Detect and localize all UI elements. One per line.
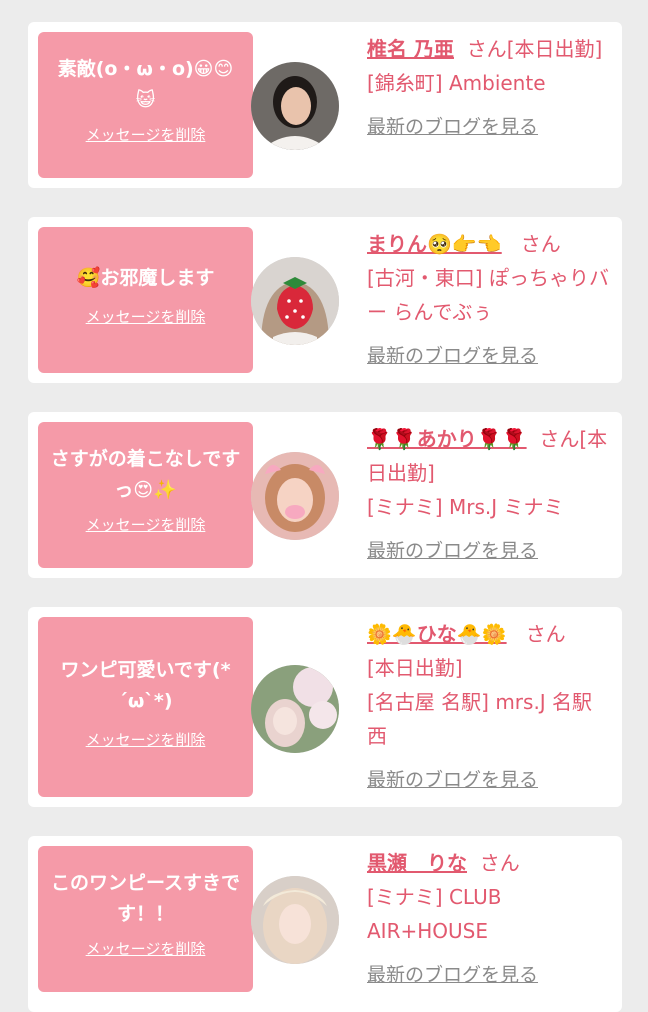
cast-name-link[interactable]: 黒瀬 りな — [367, 851, 467, 875]
delete-message-button[interactable]: メッセージを削除 — [86, 514, 206, 535]
delete-message-button[interactable]: メッセージを削除 — [86, 729, 206, 750]
cast-info: まりん🥺👉👈 さん [古河・東口] ぽっちゃりバー らんでぶぅ 最新のブログを見… — [367, 227, 612, 373]
message-bubble: このワンピースすきです！！ メッセージを削除 — [38, 846, 264, 992]
honorific: さん — [466, 37, 507, 61]
cast-name-link[interactable]: まりん🥺👉👈 — [367, 232, 502, 256]
cast-name-link[interactable]: 🌼🐣ひな🐣🌼 — [367, 622, 507, 646]
message-text: さすがの着こなしですっ😍✨ — [50, 448, 241, 501]
latest-blog-link[interactable]: 最新のブログを見る — [367, 339, 612, 373]
message-bubble: ワンピ可愛いです(*´ω`*) メッセージを削除 — [38, 617, 264, 797]
cast-info: 🌹🌹あかり🌹🌹 さん[本日出勤] [ミナミ] Mrs.J ミナミ 最新のブログを… — [367, 422, 612, 568]
message-card: 🥰お邪魔します メッセージを削除 まりん🥺👉👈 さん [古河・東口] ぽっちゃり… — [28, 217, 622, 383]
message-card: 素敵(o・ω・o)😀😊😺 メッセージを削除 椎名 乃亜 さん[本日出勤] [錦糸… — [28, 22, 622, 188]
shop-name: [ミナミ] CLUB AIR+HOUSE — [367, 885, 502, 943]
delete-message-button[interactable]: メッセージを削除 — [86, 938, 206, 959]
shop-name: [名古屋 名駅] mrs.J 名駅西 — [367, 690, 593, 748]
message-card: このワンピースすきです！！ メッセージを削除 黒瀬 りな さん [ミナミ] CL… — [28, 836, 622, 1012]
message-bubble: さすがの着こなしですっ😍✨ メッセージを削除 — [38, 422, 264, 568]
latest-blog-link[interactable]: 最新のブログを見る — [367, 958, 612, 992]
message-text: ワンピ可愛いです(*´ω`*) — [60, 659, 231, 712]
avatar-photo — [251, 62, 339, 150]
latest-blog-link[interactable]: 最新のブログを見る — [367, 763, 612, 797]
avatar-photo — [251, 452, 339, 540]
latest-blog-link[interactable]: 最新のブログを見る — [367, 110, 612, 144]
honorific: さん — [539, 427, 580, 451]
cast-name-link[interactable]: 🌹🌹あかり🌹🌹 — [367, 427, 527, 451]
delete-message-button[interactable]: メッセージを削除 — [86, 124, 206, 145]
shop-name: [錦糸町] Ambiente — [367, 71, 546, 95]
message-bubble: 🥰お邪魔します メッセージを削除 — [38, 227, 264, 373]
avatar-photo — [251, 665, 339, 753]
avatar[interactable] — [251, 665, 339, 753]
honorific: さん — [525, 622, 566, 646]
avatar[interactable] — [251, 257, 339, 345]
cast-name-link[interactable]: 椎名 乃亜 — [367, 37, 454, 61]
honorific: さん — [520, 232, 561, 256]
message-card: ワンピ可愛いです(*´ω`*) メッセージを削除 🌼🐣ひな🐣🌼 さん [本日出勤… — [28, 607, 622, 807]
message-text: 素敵(o・ω・o)😀😊😺 — [57, 58, 234, 111]
message-text: このワンピースすきです！！ — [50, 872, 241, 925]
work-status: [本日出勤] — [367, 656, 463, 680]
avatar[interactable] — [251, 876, 339, 964]
cast-info: 黒瀬 りな さん [ミナミ] CLUB AIR+HOUSE 最新のブログを見る — [367, 846, 612, 992]
message-text: 🥰お邪魔します — [76, 267, 215, 289]
cast-info: 椎名 乃亜 さん[本日出勤] [錦糸町] Ambiente 最新のブログを見る — [367, 32, 612, 144]
honorific: さん — [479, 851, 520, 875]
avatar[interactable] — [251, 62, 339, 150]
avatar[interactable] — [251, 452, 339, 540]
avatar-photo — [251, 876, 339, 964]
message-card: さすがの着こなしですっ😍✨ メッセージを削除 🌹🌹あかり🌹🌹 さん[本日出勤] … — [28, 412, 622, 578]
latest-blog-link[interactable]: 最新のブログを見る — [367, 534, 612, 568]
work-status: [本日出勤] — [506, 37, 603, 61]
shop-name: [ミナミ] Mrs.J ミナミ — [367, 495, 564, 519]
avatar-photo — [251, 257, 339, 345]
message-bubble: 素敵(o・ω・o)😀😊😺 メッセージを削除 — [38, 32, 264, 178]
cast-info: 🌼🐣ひな🐣🌼 さん [本日出勤] [名古屋 名駅] mrs.J 名駅西 最新のブ… — [367, 617, 612, 797]
shop-name: [古河・東口] ぽっちゃりバー らんでぶぅ — [367, 266, 609, 324]
delete-message-button[interactable]: メッセージを削除 — [86, 306, 206, 327]
